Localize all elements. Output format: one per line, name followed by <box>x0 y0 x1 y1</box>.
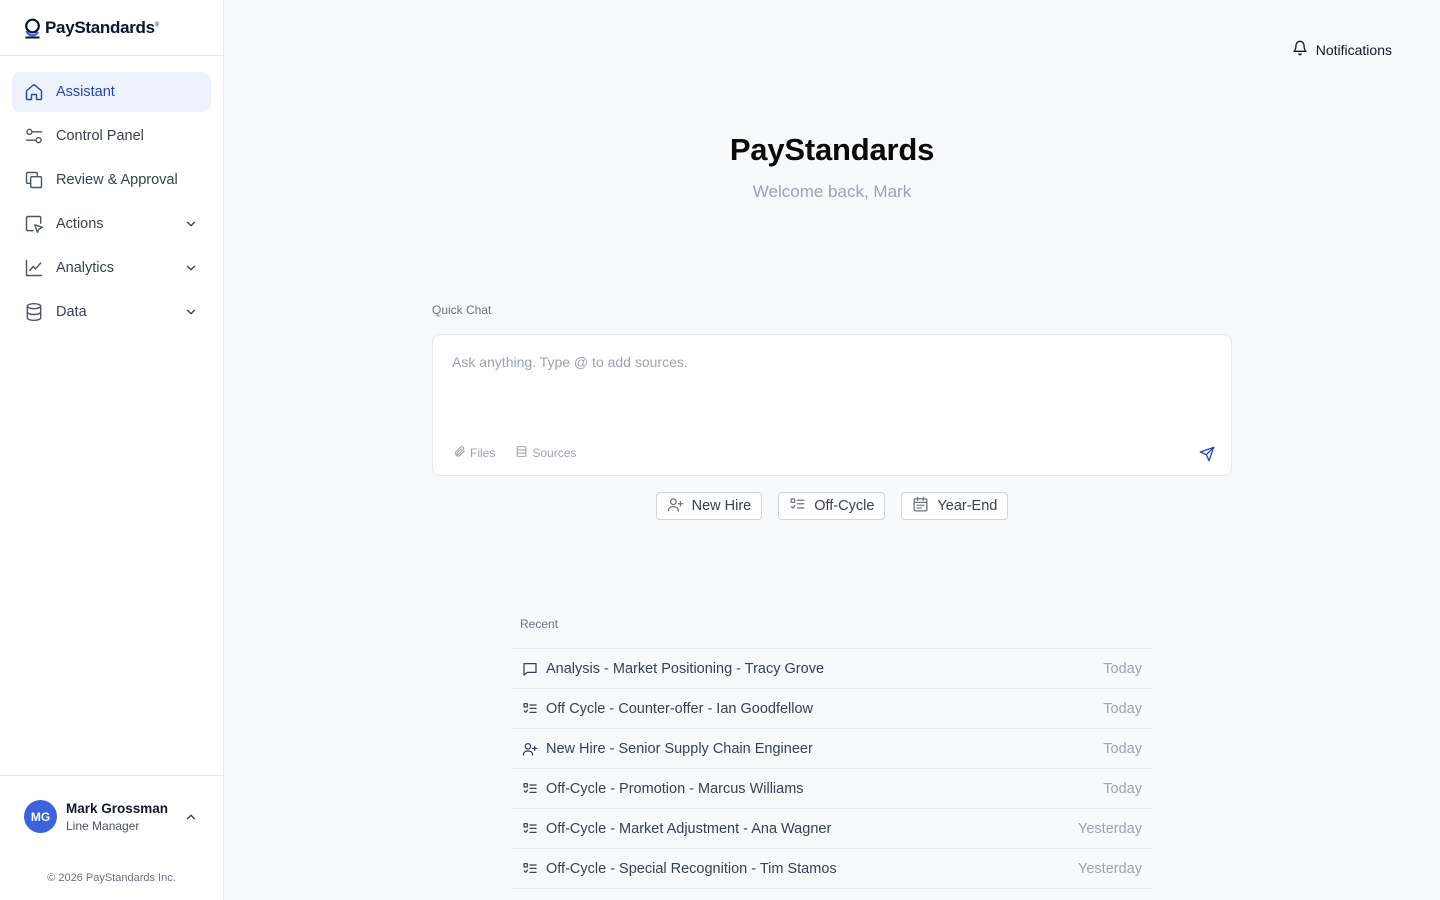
checklist-icon <box>522 821 538 837</box>
recent-date: Yesterday <box>1078 820 1142 837</box>
notifications-label: Notifications <box>1315 41 1392 58</box>
recent-date: Yesterday <box>1078 860 1142 877</box>
chevron-down-icon[interactable] <box>183 304 199 320</box>
chip-label: Off-Cycle <box>814 498 875 514</box>
copyright-text: © 2026 PayStandards Inc. <box>47 872 176 884</box>
recent-date: Today <box>1103 780 1142 797</box>
calendar-icon <box>912 496 929 517</box>
recent-date: Today <box>1103 740 1142 757</box>
copy-icon <box>24 170 44 190</box>
user-plus-icon <box>522 741 538 757</box>
message-icon <box>522 661 538 677</box>
sidebar-item-label: Actions <box>56 216 104 232</box>
checklist-icon <box>789 496 806 517</box>
sidebar-item-actions[interactable]: Actions <box>12 204 211 244</box>
sidebar: PayStandards® Assistant Control Panel Re… <box>0 0 224 900</box>
sidebar-item-label: Control Panel <box>56 128 144 144</box>
new-hire-chip[interactable]: New Hire <box>655 492 763 520</box>
recent-title: Off-Cycle - Special Recognition - Tim St… <box>546 860 837 877</box>
list-item[interactable]: New Hire - Senior Supply Chain Engineer … <box>512 729 1152 769</box>
paystandards-logo-icon <box>25 18 40 38</box>
checklist-icon <box>522 701 538 717</box>
checklist-icon <box>522 861 538 877</box>
chat-input[interactable] <box>452 354 1211 370</box>
recent-title: Off-Cycle - Market Adjustment - Ana Wagn… <box>546 820 832 837</box>
sidebar-nav: Assistant Control Panel Review & Approva… <box>0 56 223 352</box>
list-item[interactable]: Off-Cycle - Promotion - Marcus Williams … <box>512 769 1152 809</box>
files-label: Files <box>470 446 496 460</box>
notifications-button[interactable]: Notifications <box>1292 40 1392 59</box>
recent-title: Off Cycle - Counter-offer - Ian Goodfell… <box>546 700 814 717</box>
paperclip-icon <box>453 445 466 461</box>
database-icon <box>24 302 44 322</box>
sidebar-item-analytics[interactable]: Analytics <box>12 248 211 288</box>
brand-logo[interactable]: PayStandards® <box>24 17 159 39</box>
list-item[interactable]: Off Cycle - Counter-offer - Ian Goodfell… <box>512 689 1152 729</box>
sidebar-item-label: Assistant <box>56 84 115 100</box>
list-item[interactable]: Off-Cycle - Market Adjustment - Ana Wagn… <box>512 809 1152 849</box>
sidebar-item-review-approval[interactable]: Review & Approval <box>12 160 211 200</box>
list-item[interactable]: Off-Cycle - Special Recognition - Tim St… <box>512 849 1152 889</box>
home-icon <box>24 82 44 102</box>
recent-date: Today <box>1103 660 1142 677</box>
files-button[interactable]: Files <box>453 445 495 461</box>
user-role: Line Manager <box>66 818 140 833</box>
user-plus-icon <box>667 496 684 517</box>
sidebar-item-label: Review & Approval <box>56 172 178 188</box>
cursor-click-icon <box>24 214 44 234</box>
brand-name: PayStandards® <box>45 17 159 37</box>
user-name: Mark Grossman <box>66 800 169 816</box>
user-block: MG Mark Grossman Line Manager © 2026 Pay… <box>0 775 223 900</box>
year-end-chip[interactable]: Year-End <box>901 492 1009 520</box>
database-icon <box>515 445 528 461</box>
recent-label: Recent <box>520 617 559 631</box>
sidebar-item-label: Analytics <box>56 260 115 276</box>
page-title: PayStandards <box>729 132 935 167</box>
bell-icon <box>1292 40 1308 59</box>
quick-chat-label: Quick Chat <box>432 303 492 317</box>
sidebar-item-control-panel[interactable]: Control Panel <box>12 116 211 156</box>
send-icon[interactable] <box>1199 446 1215 462</box>
chevron-up-icon[interactable] <box>183 809 199 825</box>
quick-chat-box: Files Sources <box>432 334 1232 476</box>
chip-label: New Hire <box>691 498 752 514</box>
recent-title: New Hire - Senior Supply Chain Engineer <box>546 740 813 757</box>
hero: PayStandards Welcome back, Mark <box>224 132 1440 202</box>
recent-date: Today <box>1103 700 1142 717</box>
sidebar-item-data[interactable]: Data <box>12 292 211 332</box>
welcome-subtitle: Welcome back, Mark <box>752 182 912 201</box>
recent-title: Analysis - Market Positioning - Tracy Gr… <box>546 660 825 677</box>
sources-label: Sources <box>532 446 577 460</box>
recent-title: Off-Cycle - Promotion - Marcus Williams <box>546 780 804 797</box>
list-item[interactable]: Analysis - Market Positioning - Tracy Gr… <box>512 649 1152 689</box>
chevron-down-icon[interactable] <box>183 216 199 232</box>
user-menu[interactable]: MG Mark Grossman Line Manager <box>24 800 199 833</box>
recent-list: Analysis - Market Positioning - Tracy Gr… <box>512 648 1152 889</box>
sliders-icon <box>24 126 44 146</box>
avatar: MG <box>24 800 57 833</box>
off-cycle-chip[interactable]: Off-Cycle <box>778 492 886 520</box>
line-chart-icon <box>24 258 44 278</box>
sources-button[interactable]: Sources <box>515 445 576 461</box>
sidebar-item-label: Data <box>56 304 87 320</box>
sidebar-item-assistant[interactable]: Assistant <box>12 72 211 112</box>
brand-header: PayStandards® <box>0 0 223 56</box>
user-info: Mark Grossman Line Manager <box>66 801 183 833</box>
quick-action-chips: New Hire Off-Cycle Year-End <box>224 492 1440 520</box>
checklist-icon <box>522 781 538 797</box>
chevron-down-icon[interactable] <box>183 260 199 276</box>
chip-label: Year-End <box>937 498 998 514</box>
chat-tools: Files Sources <box>453 445 576 461</box>
